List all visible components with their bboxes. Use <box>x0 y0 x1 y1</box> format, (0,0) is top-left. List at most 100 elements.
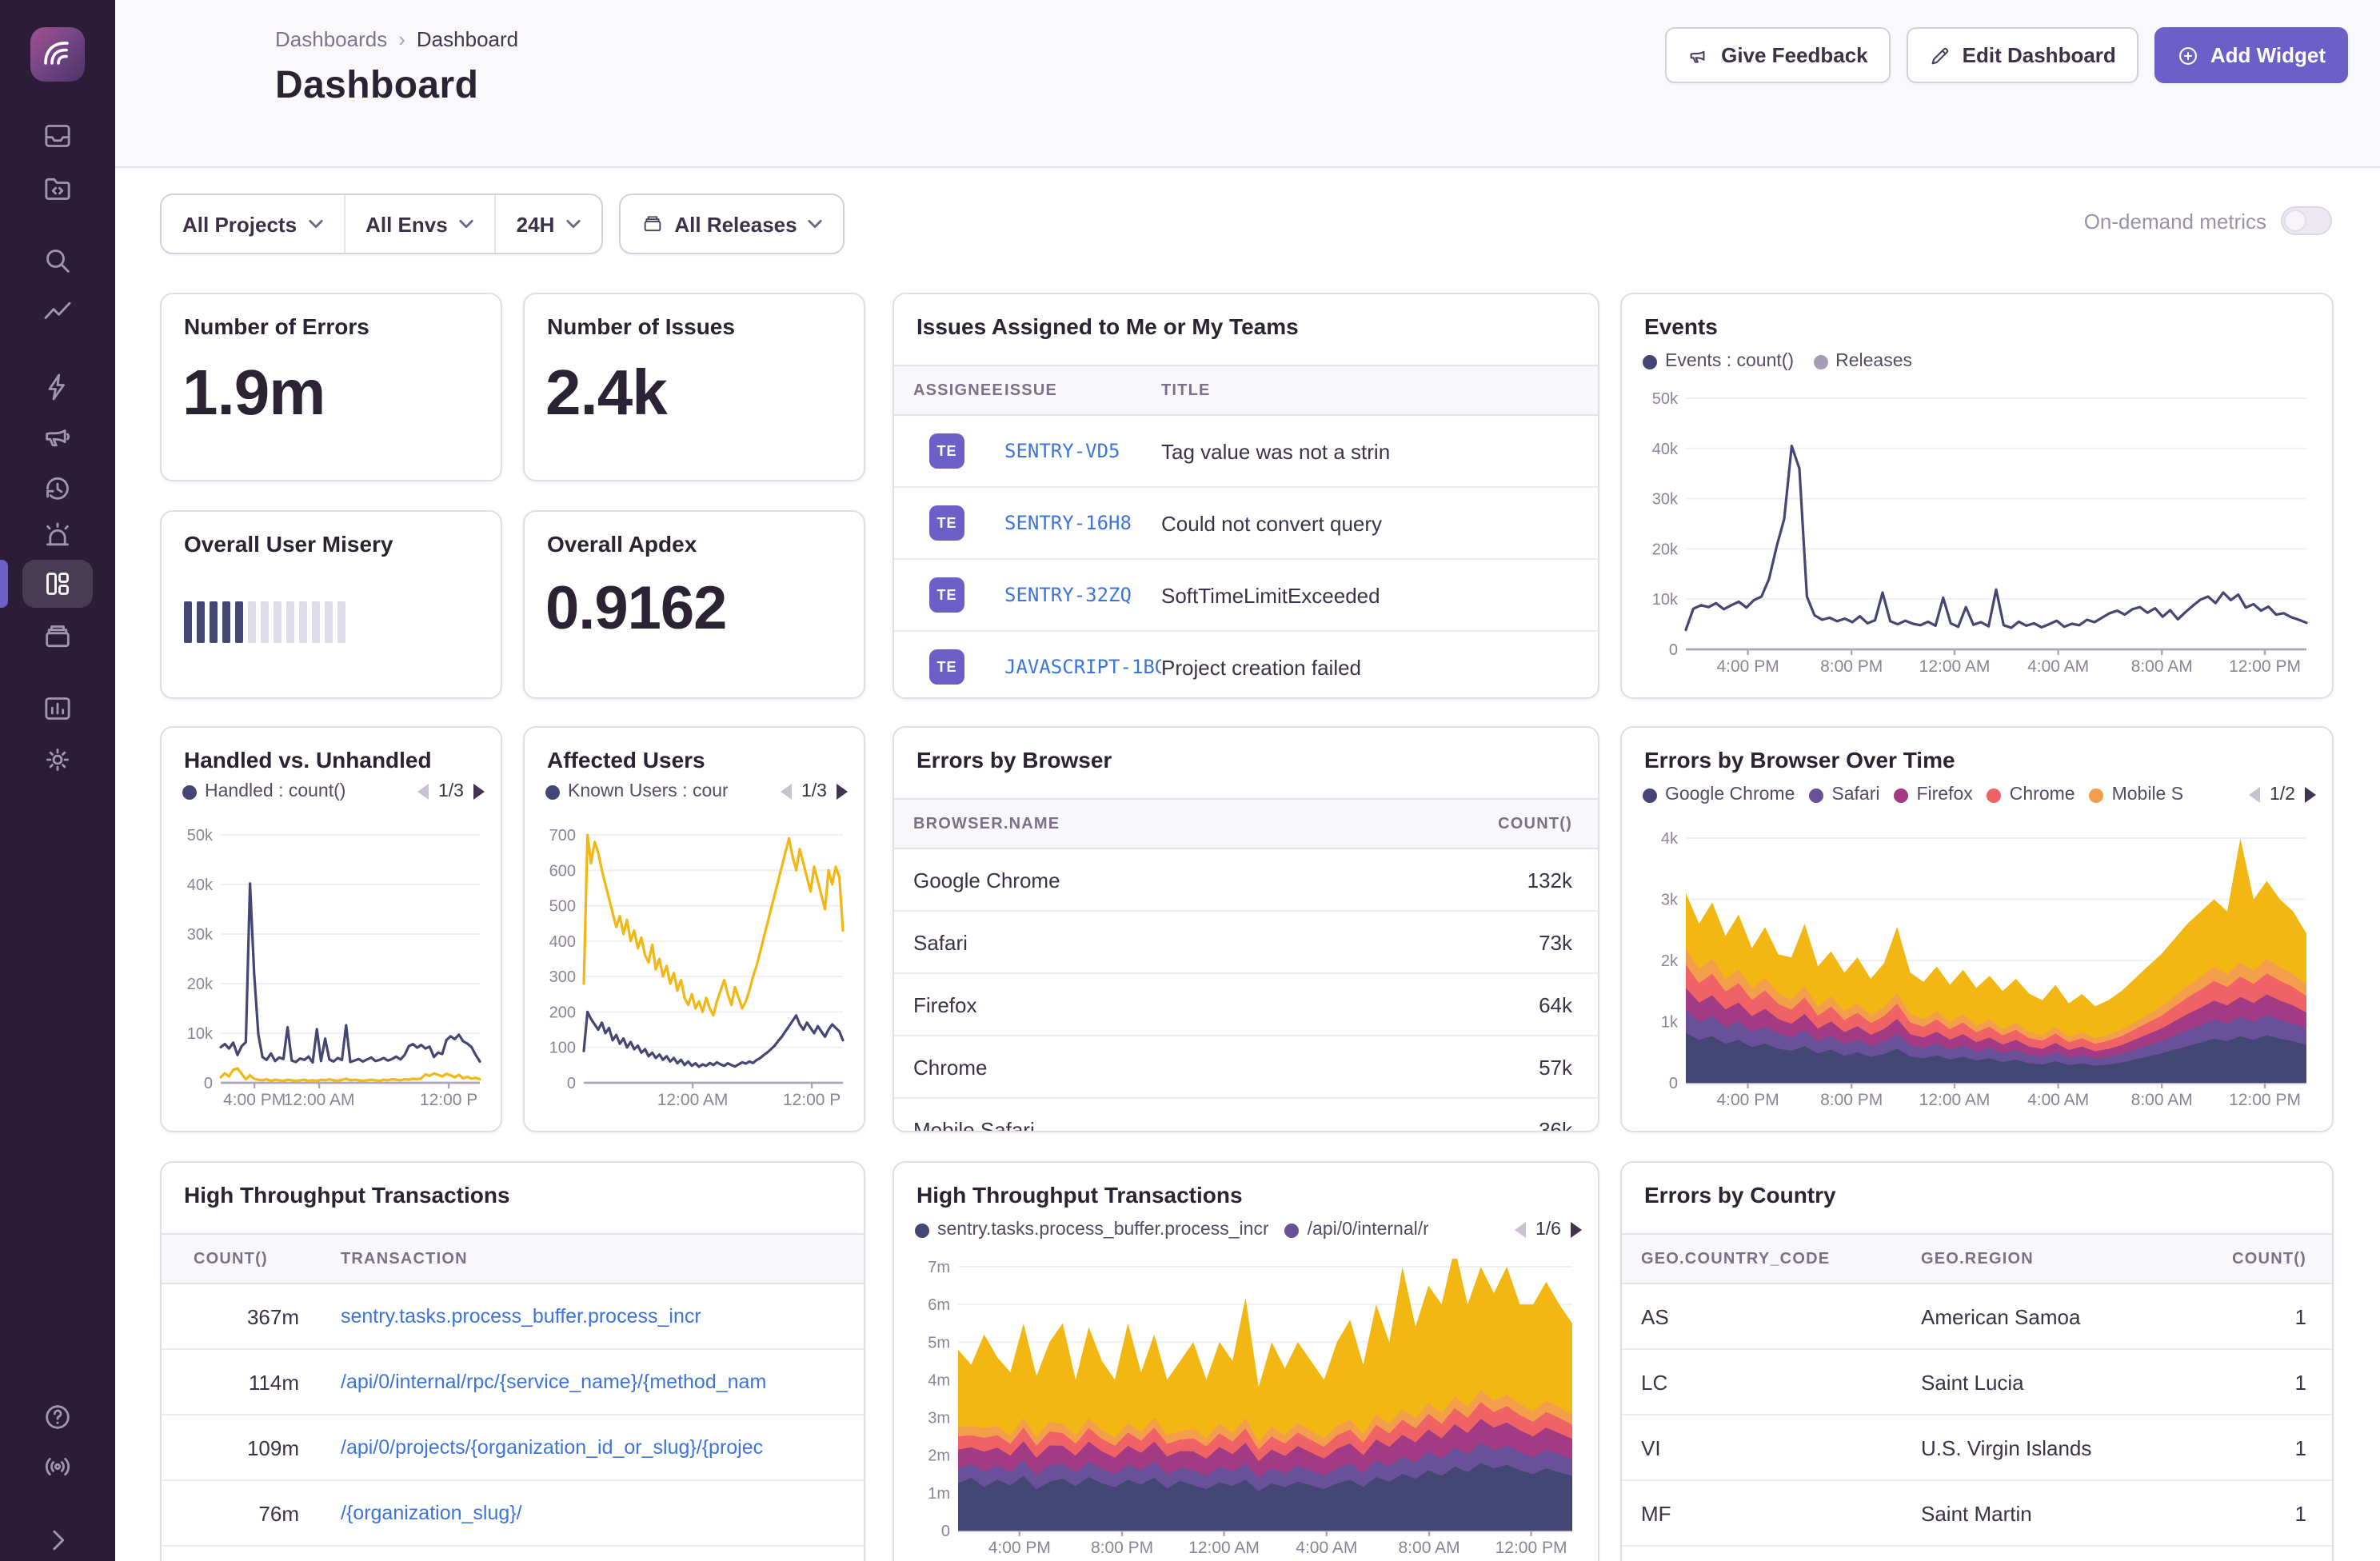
transaction-count: 367m <box>162 1304 299 1328</box>
siren-icon <box>42 520 74 552</box>
widget-errors-by-browser-over-time: Errors by Browser Over Time Google Chrom… <box>1620 726 2334 1132</box>
give-feedback-button[interactable]: Give Feedback <box>1665 27 1891 83</box>
issue-title: Project creation failed <box>1161 655 1598 679</box>
legend-next-icon[interactable] <box>473 784 485 800</box>
country-code: AS <box>1622 1304 1921 1328</box>
sidebar-item-settings[interactable] <box>22 736 93 784</box>
legend-prev-icon[interactable] <box>2249 787 2260 803</box>
table-row: LC Saint Lucia 1 <box>1622 1350 2332 1415</box>
legend-item-safari[interactable]: Safari <box>1809 785 1879 804</box>
svg-text:1m: 1m <box>928 1485 950 1503</box>
table-row: Chrome 57k <box>894 1036 1598 1099</box>
sidebar-item-performance[interactable] <box>22 288 93 336</box>
assignee-avatar[interactable]: TE <box>929 505 964 541</box>
releases-filter[interactable]: All Releases <box>620 195 843 253</box>
sidebar-item-alerts[interactable] <box>22 512 93 560</box>
sidebar-item-releases[interactable] <box>22 613 93 661</box>
legend-prev-icon[interactable] <box>1515 1222 1526 1238</box>
table-row <box>1622 1547 2332 1561</box>
sidebar-item-whats-new[interactable] <box>22 1443 93 1491</box>
legend-item-events-count[interactable]: Events : count() <box>1643 352 1794 371</box>
high-throughput-chart[interactable]: 01m2m3m4m5m6m7m4:00 PM8:00 PM12:00 AM4:0… <box>910 1259 1582 1559</box>
legend-item-process-incr[interactable]: sentry.tasks.process_buffer.process_incr <box>915 1220 1269 1240</box>
table-row: 76m /{organization_slug}/ <box>162 1481 864 1547</box>
col-count: COUNT() <box>162 1250 318 1268</box>
legend-item-known-users[interactable]: Known Users : cour <box>545 782 729 801</box>
svg-text:8:00 PM: 8:00 PM <box>1091 1539 1153 1557</box>
svg-text:4:00 PM: 4:00 PM <box>988 1539 1051 1557</box>
sidebar-item-issues[interactable] <box>22 112 93 160</box>
svg-text:12:00 PM: 12:00 PM <box>2229 1091 2301 1109</box>
col-region: GEO.REGION <box>1921 1250 2232 1268</box>
legend-next-icon[interactable] <box>837 784 848 800</box>
projects-filter[interactable]: All Projects <box>162 195 343 253</box>
legend-item-api-internal[interactable]: /api/0/internal/r <box>1285 1220 1429 1240</box>
errors-by-browser-chart[interactable]: 01k2k3k4k4:00 PM8:00 PM12:00 AM4:00 AM8:… <box>1638 830 2316 1112</box>
sidebar-collapse-toggle[interactable] <box>22 1516 93 1561</box>
edit-dashboard-button[interactable]: Edit Dashboard <box>1907 27 2138 83</box>
page-header: Dashboards › Dashboard Dashboard Give Fe… <box>115 0 2380 168</box>
svg-text:0: 0 <box>204 1075 213 1092</box>
legend-item-firefox[interactable]: Firefox <box>1894 785 1972 804</box>
assignee-avatar[interactable]: TE <box>929 433 964 469</box>
environments-filter[interactable]: All Envs <box>343 195 494 253</box>
sentry-logo[interactable] <box>30 27 85 82</box>
breadcrumb-separator: › <box>398 27 405 51</box>
table-row: MF Saint Martin 1 <box>1622 1481 2332 1547</box>
transaction-link[interactable]: /api/0/projects/{organization_id_or_slug… <box>299 1436 864 1459</box>
table-row: 109m /api/0/projects/{organization_id_or… <box>162 1415 864 1481</box>
issue-link[interactable]: JAVASCRIPT-1BG2 <box>1004 656 1161 678</box>
add-widget-button[interactable]: Add Widget <box>2154 27 2348 83</box>
assignee-avatar[interactable]: TE <box>929 577 964 613</box>
issue-link[interactable]: SENTRY-16H8 <box>1004 512 1161 534</box>
handled-chart[interactable]: 010k20k30k40k50k4:00 PM12:00 AM12:00 P <box>173 827 489 1112</box>
legend-page-indicator: 1/3 <box>801 782 827 801</box>
legend-prev-icon[interactable] <box>417 784 429 800</box>
svg-text:12:00 AM: 12:00 AM <box>1919 1091 1991 1109</box>
sidebar-item-feedback[interactable] <box>22 413 93 461</box>
replay-clock-icon <box>42 472 74 504</box>
svg-text:600: 600 <box>549 862 576 880</box>
legend-item-chrome[interactable]: Chrome <box>1987 785 2075 804</box>
svg-text:0: 0 <box>1669 1075 1678 1092</box>
widget-title: Affected Users <box>547 747 705 773</box>
megaphone-icon <box>42 421 74 453</box>
sidebar-item-projects[interactable] <box>22 165 93 213</box>
sidebar-item-dashboards[interactable] <box>22 560 93 608</box>
transaction-link[interactable]: /api/0/internal/rpc/{service_name}/{meth… <box>299 1371 864 1393</box>
legend-item-mobile-safari[interactable]: Mobile S <box>2090 785 2184 804</box>
issue-link[interactable]: SENTRY-VD5 <box>1004 440 1161 462</box>
legend-item-handled[interactable]: Handled : count() <box>182 782 345 801</box>
legend-next-icon[interactable] <box>1571 1222 1582 1238</box>
svg-text:8:00 AM: 8:00 AM <box>1399 1539 1460 1557</box>
legend-item-releases[interactable]: Releases <box>1813 352 1912 371</box>
legend-item-google-chrome[interactable]: Google Chrome <box>1643 785 1795 804</box>
transaction-link[interactable]: sentry.tasks.process_buffer.process_incr <box>299 1305 864 1327</box>
events-chart[interactable]: 010k20k30k40k50k4:00 PM8:00 PM12:00 AM4:… <box>1638 390 2316 678</box>
table-row: Mobile Safari 36k <box>894 1099 1598 1132</box>
transaction-link[interactable]: /{organization_slug}/ <box>299 1502 864 1524</box>
sidebar-item-replays[interactable] <box>22 464 93 512</box>
issue-link[interactable]: SENTRY-32ZQ <box>1004 584 1161 606</box>
sentry-logo-icon <box>40 37 75 72</box>
assignee-avatar[interactable]: TE <box>929 649 964 685</box>
sidebar-item-starfish[interactable] <box>22 363 93 411</box>
app-root: Dashboards › Dashboard Dashboard Give Fe… <box>0 0 2380 1561</box>
legend-pager: 1/3 <box>781 782 848 801</box>
on-demand-metrics-toggle[interactable] <box>2281 206 2332 235</box>
svg-text:8:00 AM: 8:00 AM <box>2131 1091 2193 1109</box>
breadcrumb-dashboards[interactable]: Dashboards <box>275 27 387 51</box>
svg-text:4:00 PM: 4:00 PM <box>1716 657 1779 676</box>
widget-affected-users: Affected Users Known Users : cour 1/3 01… <box>523 726 865 1132</box>
sidebar-item-stats[interactable] <box>22 685 93 733</box>
affected-users-chart[interactable]: 010020030040050060070012:00 AM12:00 P <box>536 827 853 1112</box>
breadcrumb: Dashboards › Dashboard <box>275 27 518 51</box>
date-range-filter[interactable]: 24H <box>494 195 601 253</box>
legend-prev-icon[interactable] <box>781 784 792 800</box>
legend-next-icon[interactable] <box>2305 787 2316 803</box>
sidebar-item-explore[interactable] <box>22 237 93 285</box>
active-nav-indicator <box>0 560 8 608</box>
svg-text:12:00 AM: 12:00 AM <box>657 1091 729 1109</box>
svg-text:10k: 10k <box>187 1025 214 1043</box>
sidebar-item-help[interactable] <box>22 1393 93 1441</box>
